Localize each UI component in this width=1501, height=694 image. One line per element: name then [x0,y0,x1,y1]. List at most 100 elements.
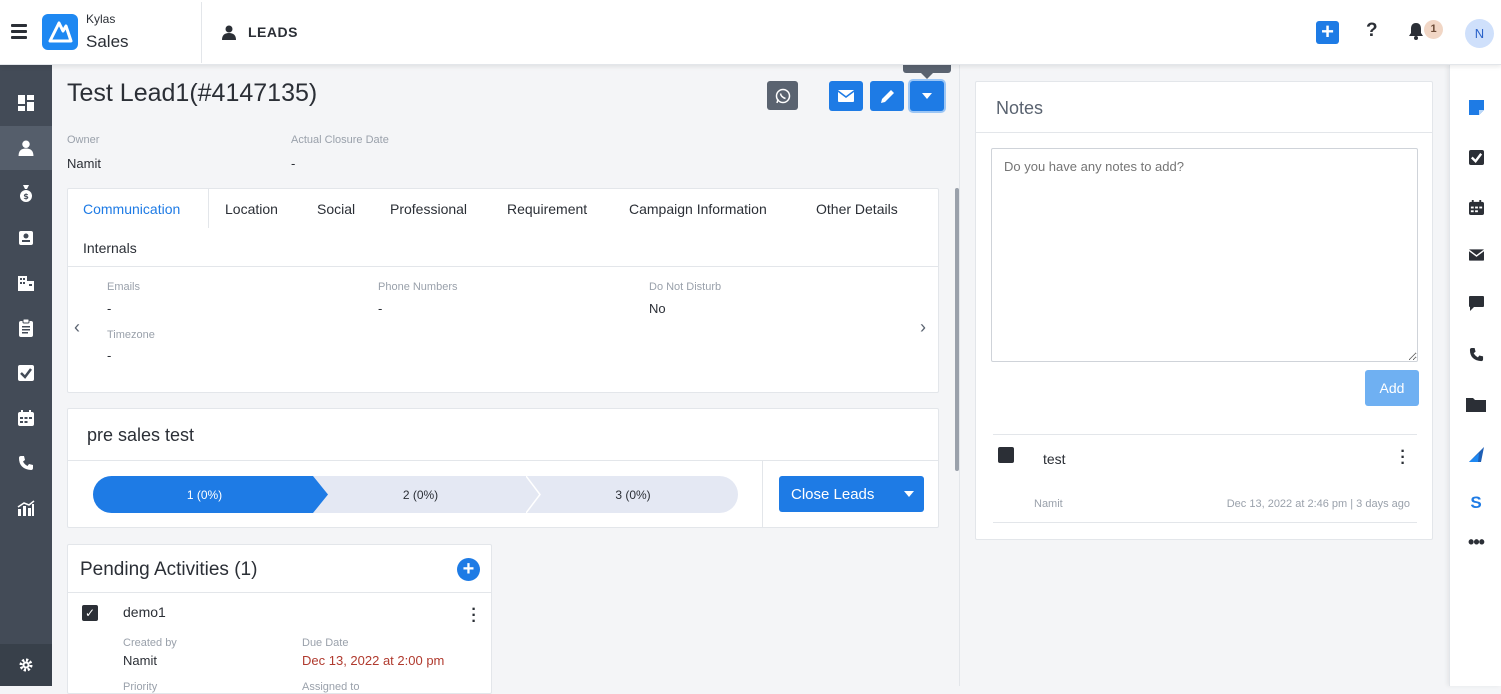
pipeline-stage-1[interactable]: 1 (0%) [93,476,328,513]
notes-title: Notes [996,98,1044,118]
integration-icon[interactable] [1450,439,1501,469]
menu-icon[interactable] [11,24,27,40]
tab-internals[interactable]: Internals [83,240,137,256]
tasks-icon[interactable] [0,351,52,395]
kebab-menu-icon[interactable]: · · · [471,602,477,630]
envelope-icon [838,90,854,102]
close-leads-label: Close Leads [791,485,875,503]
note-text: test [1043,451,1066,467]
email-icon[interactable] [1450,240,1501,270]
kebab-menu-icon[interactable]: · · · [1400,444,1406,472]
lead-title: Test Lead1(#4147135) [67,79,318,107]
quick-add-button[interactable]: + [1316,21,1339,44]
phone-numbers-label: Phone Numbers [378,281,458,293]
brand-name: Kylas [86,12,116,26]
phone-icon[interactable] [0,441,52,485]
priority-label: Priority [123,681,158,693]
tab-other-details[interactable]: Other Details [816,201,898,217]
section-title: LEADS [222,24,298,40]
edit-button[interactable] [870,81,904,111]
tab-location[interactable]: Location [225,201,278,217]
caret-down-icon [904,491,914,497]
phone-icon[interactable] [1450,339,1501,369]
tasks-icon[interactable] [1450,142,1501,172]
add-activity-button[interactable]: + [457,558,480,581]
tab-professional[interactable]: Professional [390,201,467,217]
checkbox-checked-icon[interactable]: ✓ [82,605,98,621]
whatsapp-button[interactable] [767,81,798,110]
email-button[interactable] [829,81,863,111]
analytics-icon[interactable] [0,486,52,530]
panel-divider [959,65,960,686]
notification-badge: 1 [1424,20,1443,39]
timezone-value: - [107,348,112,363]
notes-panel: Notes Add test ··· Namit Dec 13, 2022 at… [975,81,1433,540]
right-toolbar: S ••• [1449,65,1501,686]
add-note-button[interactable]: Add [1365,370,1419,406]
assigned-to-label: Assigned to [302,681,360,693]
top-bar: Kylas Sales LEADS + ? 1 N [0,0,1501,65]
emails-label: Emails [107,281,141,293]
phone-numbers-value: - [378,301,383,316]
brand-product: Sales [86,32,129,51]
chevron-right-icon[interactable]: › [920,317,926,338]
note-timestamp: Dec 13, 2022 at 2:46 pm | 3 days ago [1226,498,1410,510]
emails-value: - [107,301,112,316]
owner-label: Owner [67,134,100,146]
details-tabs-card: Communication Location Social Profession… [67,188,939,393]
pipeline-stages: 2 (0%) 3 (0%) 1 (0%) [93,476,738,513]
notes-icon[interactable] [1450,92,1501,122]
settings-gear-icon[interactable] [0,644,52,686]
dashboard-icon[interactable] [0,81,52,125]
folder-icon[interactable] [1450,389,1501,419]
pipeline-stage-1-label: 1 (0%) [186,487,223,502]
created-by-label: Created by [123,637,177,649]
header-divider [201,2,202,63]
chevron-left-icon[interactable]: ‹ [74,317,80,338]
note-author: Namit [1034,498,1063,510]
bell-icon[interactable] [1408,22,1424,45]
left-sidebar: $ [0,65,52,686]
due-date-label: Due Date [302,637,349,649]
reports-clipboard-icon[interactable] [0,306,52,350]
close-leads-button[interactable]: Close Leads [779,476,924,512]
tab-social[interactable]: Social [317,201,355,217]
pipeline-separator [762,461,763,528]
more-dots-icon[interactable]: ••• [1450,527,1501,557]
dnd-label: Do Not Disturb [649,281,722,293]
note-divider [993,434,1417,435]
tabs-divider [68,266,938,267]
user-avatar[interactable]: N [1465,19,1494,48]
lead-detail-main: Test Lead1(#4147135) More Owner Namit Ac… [52,45,959,694]
caret-down-icon [922,93,932,99]
sales-app-icon[interactable]: S [1450,488,1501,518]
pipeline-stage-3[interactable]: 3 (0%) [528,476,738,513]
more-dropdown-button[interactable] [910,81,944,111]
leads-icon[interactable] [0,126,52,170]
companies-icon[interactable] [0,261,52,305]
tab-campaign-information[interactable]: Campaign Information [629,201,767,217]
activities-divider [68,592,491,593]
closure-date-value: - [291,156,296,171]
created-by-value: Namit [123,653,157,668]
deals-icon[interactable]: $ [0,171,52,215]
kylas-logo[interactable] [42,14,78,50]
pipeline-divider [68,460,938,461]
svg-text:$: $ [23,192,29,201]
notes-input[interactable] [991,148,1418,362]
dnd-value: No [649,301,666,316]
pipeline-stage-2[interactable]: 2 (0%) [313,476,528,513]
notes-divider [976,132,1432,133]
note-divider [993,522,1417,523]
help-icon[interactable]: ? [1366,20,1378,42]
tab-communication[interactable]: Communication [83,201,180,217]
tab-requirement[interactable]: Requirement [507,201,587,217]
activity-name[interactable]: demo1 [123,604,166,620]
calendar-icon[interactable] [1450,192,1501,222]
contacts-icon[interactable] [0,216,52,260]
section-label: LEADS [248,24,298,40]
chat-icon[interactable] [1450,288,1501,318]
whatsapp-icon [775,88,790,103]
calendar-icon[interactable] [0,396,52,440]
pending-activities-card: Pending Activities (1) + ✓ demo1 · · · Cre… [67,544,492,694]
